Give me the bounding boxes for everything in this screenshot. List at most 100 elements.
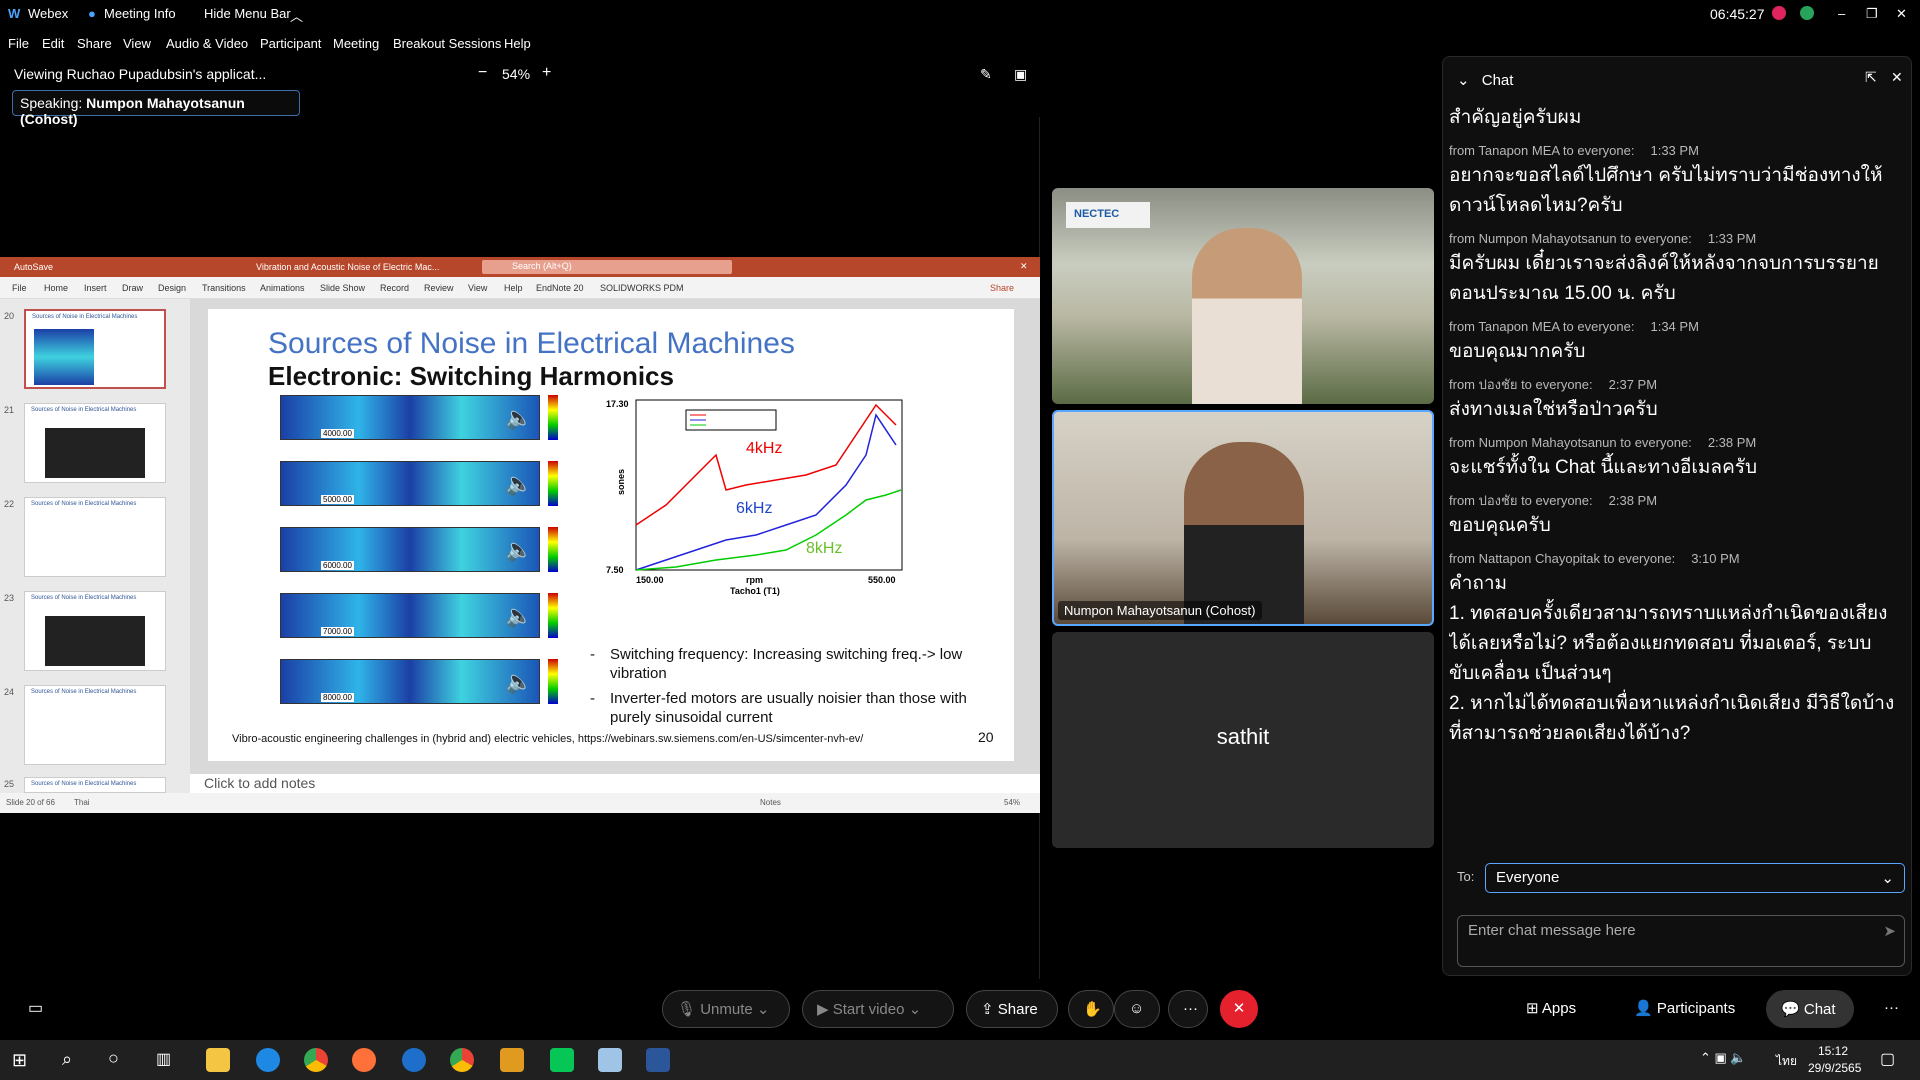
chat-input[interactable]: Enter chat message here ➤ xyxy=(1457,915,1905,967)
file-explorer-icon[interactable] xyxy=(206,1048,230,1072)
tray-icons[interactable]: ⌃ ▣ 🔈 xyxy=(1700,1050,1747,1066)
notes-pane[interactable]: Click to add notes xyxy=(190,774,1040,793)
menu-audio-video[interactable]: Audio & Video xyxy=(166,36,248,51)
captions-icon[interactable]: ▭ xyxy=(28,998,43,1018)
app-icon[interactable] xyxy=(500,1048,524,1072)
send-icon[interactable]: ➤ xyxy=(1883,922,1896,940)
spectrogram: 4000.00 🔈 xyxy=(280,395,540,440)
apps-button[interactable]: ⊞ Apps xyxy=(1512,990,1592,1028)
slide-thumbnail[interactable]: 20Sources of Noise in Electrical Machine… xyxy=(24,309,166,389)
unmute-button[interactable]: 🎙 Unmute ⌄ xyxy=(662,990,790,1028)
chat-messages[interactable]: สำคัญอยู่ครับผม from Tanapon MEA to ever… xyxy=(1449,103,1895,913)
chat-button[interactable]: 💬 Chat xyxy=(1766,990,1854,1028)
ppt-tab[interactable]: Transitions xyxy=(202,283,246,293)
popout-icon[interactable]: ⇱ xyxy=(1865,69,1877,86)
label-4khz: 4kHz xyxy=(746,440,782,457)
shield-icon: ● xyxy=(88,6,96,21)
record-icon[interactable] xyxy=(1772,6,1786,20)
ppt-tab[interactable]: Insert xyxy=(84,283,107,293)
chrome-icon[interactable] xyxy=(304,1048,328,1072)
word-icon[interactable] xyxy=(646,1048,670,1072)
slide-thumbnail[interactable]: Sources of Noise in Electrical Machines xyxy=(24,777,166,793)
ppt-tab[interactable]: File xyxy=(12,283,27,293)
notification-icon[interactable]: ▢ xyxy=(1880,1049,1895,1069)
menu-view[interactable]: View xyxy=(123,36,151,51)
menu-share[interactable]: Share xyxy=(77,36,112,51)
ppt-share-button[interactable]: Share xyxy=(990,283,1014,293)
more-icon[interactable]: ··· xyxy=(1870,990,1910,1028)
cortana-icon[interactable]: ○ xyxy=(108,1048,119,1069)
edge-icon[interactable] xyxy=(256,1048,280,1072)
video-tile[interactable]: NECTEC xyxy=(1052,188,1434,404)
status-icon[interactable] xyxy=(1800,6,1814,20)
chevron-up-icon[interactable]: ︿ xyxy=(290,6,303,25)
close-icon[interactable]: ✕ xyxy=(1891,69,1903,86)
ppt-close-icon[interactable]: ✕ xyxy=(1020,261,1028,272)
ppt-tab[interactable]: Design xyxy=(158,283,186,293)
share-button[interactable]: ⇪ Share xyxy=(966,990,1058,1028)
zoom-out-button[interactable]: − xyxy=(478,64,487,82)
raise-hand-button[interactable]: ✋ xyxy=(1068,990,1114,1028)
y-top-label: 17.30 xyxy=(606,399,629,409)
ppt-tab[interactable]: Help xyxy=(504,283,523,293)
slide[interactable]: Sources of Noise in Electrical Machines … xyxy=(208,309,1014,761)
language-indicator[interactable]: ไทย xyxy=(1776,1052,1797,1071)
menu-meeting[interactable]: Meeting xyxy=(333,36,379,51)
search-icon[interactable]: ⌕ xyxy=(62,1049,72,1070)
ppt-tab[interactable]: Animations xyxy=(260,283,305,293)
menu-help[interactable]: Help xyxy=(504,36,531,51)
chat-sender: from Tanapon MEA to everyone: 1:34 PM xyxy=(1449,319,1699,334)
y-bottom-label: 7.50 xyxy=(606,565,624,575)
ppt-search[interactable]: Search (Alt+Q) xyxy=(482,260,732,274)
thumb-number: 21 xyxy=(4,405,15,415)
hide-menu-bar-button[interactable]: Hide Menu Bar xyxy=(204,6,291,21)
minimize-icon[interactable]: – xyxy=(1838,6,1845,21)
chrome-icon[interactable] xyxy=(450,1048,474,1072)
more-options-button[interactable]: ··· xyxy=(1168,990,1208,1028)
remote-control-icon[interactable]: ▣ xyxy=(1014,66,1027,83)
participants-button[interactable]: 👤 Participants xyxy=(1620,990,1760,1028)
spectrogram: 6000.00 🔈 xyxy=(280,527,540,572)
leave-meeting-button[interactable]: ✕ xyxy=(1220,990,1258,1028)
ppt-tab[interactable]: View xyxy=(468,283,487,293)
chevron-down-icon[interactable]: ⌄ xyxy=(1457,72,1470,89)
taskbar-time: 15:12 xyxy=(1818,1044,1849,1058)
menu-file[interactable]: File xyxy=(8,36,29,51)
restore-icon[interactable]: ❐ xyxy=(1866,6,1878,22)
ppt-tab[interactable]: SOLIDWORKS PDM xyxy=(600,283,684,293)
ppt-tab[interactable]: Review xyxy=(424,283,454,293)
menu-edit[interactable]: Edit xyxy=(42,36,64,51)
menu-breakout-sessions[interactable]: Breakout Sessions xyxy=(393,36,501,51)
close-icon[interactable]: ✕ xyxy=(1896,6,1907,22)
menu-participant[interactable]: Participant xyxy=(260,36,321,51)
video-tile-active-speaker[interactable]: Numpon Mahayotsanun (Cohost) xyxy=(1052,410,1434,626)
windows-start-icon[interactable]: ⊞ xyxy=(12,1050,27,1071)
slide-thumbnail[interactable]: Sources of Noise in Electrical Machines xyxy=(24,403,166,483)
ppt-autosave[interactable]: AutoSave xyxy=(14,262,53,272)
status-notes-button[interactable]: Notes xyxy=(760,798,781,807)
zoom-in-button[interactable]: + xyxy=(542,64,551,82)
reactions-button[interactable]: ☺ xyxy=(1114,990,1160,1028)
line-icon[interactable] xyxy=(550,1048,574,1072)
meeting-info-button[interactable]: Meeting Info xyxy=(104,6,176,21)
ppt-tab[interactable]: Home xyxy=(44,283,68,293)
color-scale xyxy=(548,395,558,440)
ppt-tab[interactable]: Slide Show xyxy=(320,283,365,293)
ppt-tab[interactable]: EndNote 20 xyxy=(536,283,584,293)
slide-thumbnails[interactable]: 20 Sources of Noise in Electrical Machine… xyxy=(0,299,190,793)
ppt-tab[interactable]: Record xyxy=(380,283,409,293)
firefox-icon[interactable] xyxy=(352,1048,376,1072)
ppt-tab[interactable]: Draw xyxy=(122,283,143,293)
start-video-button[interactable]: ▶ Start video ⌄ xyxy=(802,990,954,1028)
person-silhouette xyxy=(1184,442,1304,624)
slide-subtitle: Electronic: Switching Harmonics xyxy=(268,361,674,391)
task-view-icon[interactable]: ▥ xyxy=(156,1049,171,1069)
recipient-select[interactable]: Everyone ⌄ xyxy=(1485,863,1905,893)
slide-thumbnail[interactable]: Sources of Noise in Electrical Machines xyxy=(24,591,166,671)
slide-thumbnail[interactable]: Sources of Noise in Electrical Machines xyxy=(24,685,166,765)
video-tile-no-video[interactable]: sathit xyxy=(1052,632,1434,848)
app-icon[interactable] xyxy=(598,1048,622,1072)
annotate-icon[interactable]: ✎ xyxy=(980,66,992,83)
slide-thumbnail[interactable]: Sources of Noise in Electrical Machines xyxy=(24,497,166,577)
webex-icon[interactable] xyxy=(402,1048,426,1072)
